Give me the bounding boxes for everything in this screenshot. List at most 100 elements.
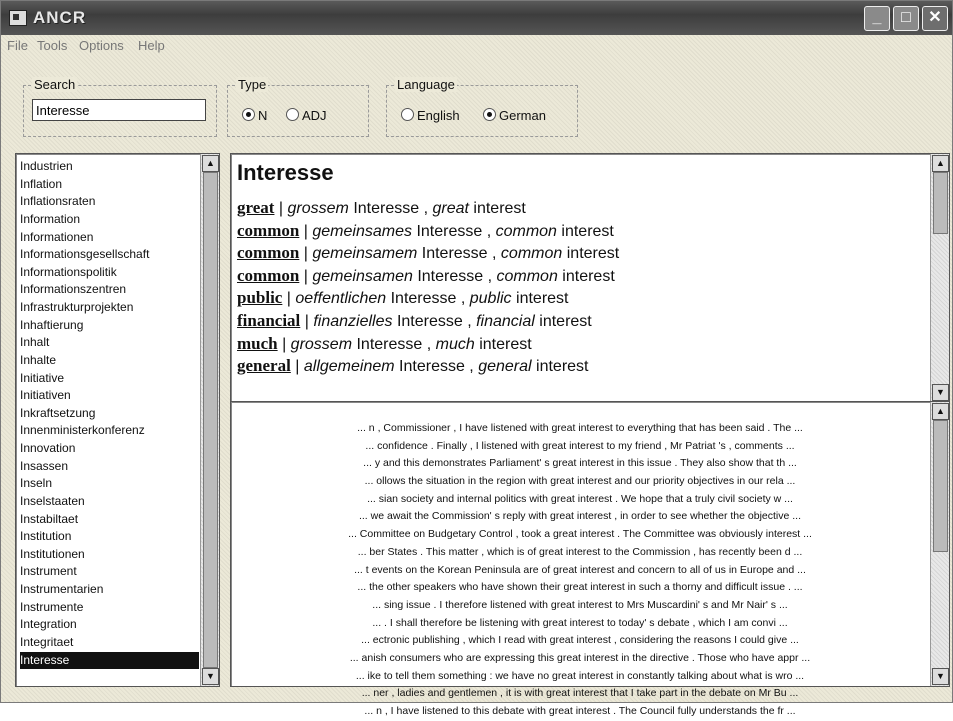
maximize-button[interactable]: □ — [893, 6, 919, 31]
word-list-item[interactable]: Inhalt — [20, 334, 199, 352]
word-list-item[interactable]: Inselstaaten — [20, 493, 199, 511]
scroll-down-icon[interactable]: ▼ — [932, 668, 949, 685]
word-list-item[interactable]: Informationen — [20, 229, 199, 247]
scroll-thumb[interactable] — [203, 172, 218, 668]
radio-indicator — [286, 108, 299, 121]
type-radio-n[interactable]: N — [242, 108, 267, 123]
word-list-item[interactable]: Institutionen — [20, 546, 199, 564]
word-list-item[interactable]: Interesse — [20, 651, 199, 670]
word-list-item[interactable]: Insassen — [20, 458, 199, 476]
word-list-item[interactable]: Instrument — [20, 563, 199, 581]
english-form: general — [478, 358, 532, 376]
concordance-scrollbar[interactable]: ▲ ▼ — [930, 402, 949, 686]
menu-options[interactable]: Options — [79, 38, 124, 53]
collocate-link[interactable]: much — [237, 334, 278, 353]
english-noun: interest — [561, 222, 614, 240]
minimize-button[interactable]: _ — [864, 6, 890, 31]
word-list-item[interactable]: Innenministerkonferenz — [20, 422, 199, 440]
collocation-list: great | grossem Interesse , great intere… — [237, 198, 619, 379]
english-form: much — [435, 335, 475, 353]
concordance-line: ... sian society and internal politics w… — [367, 492, 793, 505]
concordance-line: ... confidence . Finally , I listened wi… — [365, 439, 795, 452]
german-noun: Interesse — [399, 358, 465, 376]
collocate-link[interactable]: public — [237, 288, 282, 307]
concordance-line: ... . I shall therefore be listening wit… — [372, 616, 788, 629]
collocate-link[interactable]: common — [237, 221, 299, 240]
english-noun: interest — [536, 358, 589, 376]
word-list-item[interactable]: Informationszentren — [20, 281, 199, 299]
english-form: public — [469, 290, 512, 308]
english-form: common — [495, 222, 557, 240]
collocation-row: common | gemeinsamen Interesse , common … — [237, 265, 615, 285]
menu-file[interactable]: File — [7, 38, 28, 53]
word-list-item[interactable]: Integration — [20, 616, 199, 634]
concordance-line: ... anish consumers who are expressing t… — [349, 651, 811, 664]
word-list-item[interactable]: Instabiltaet — [20, 511, 199, 529]
word-list-item[interactable]: Inflationsraten — [20, 193, 199, 211]
german-form: oeffentlichen — [295, 290, 387, 308]
word-list-item[interactable]: Initiativen — [20, 387, 199, 405]
english-form: common — [500, 245, 563, 263]
window-title: ANCR — [33, 8, 87, 27]
scroll-up-icon[interactable]: ▲ — [202, 155, 219, 172]
concordance-line: ... the other speakers who have shown th… — [357, 581, 803, 594]
collocate-link[interactable]: great — [237, 198, 274, 217]
word-list-scrollbar[interactable]: ▲ ▼ — [200, 154, 219, 686]
word-list-item[interactable]: Integritaet — [20, 634, 199, 652]
word-list-item[interactable]: Informationspolitik — [20, 264, 199, 282]
scroll-thumb[interactable] — [933, 172, 948, 234]
language-group: Language English German — [386, 77, 578, 137]
scroll-up-icon[interactable]: ▲ — [932, 403, 949, 420]
english-form: financial — [476, 312, 535, 330]
word-list-item[interactable]: Inhalte — [20, 352, 199, 370]
collocate-link[interactable]: financial — [237, 311, 300, 330]
menu-help[interactable]: Help — [138, 38, 165, 53]
entry-panel: Interesse great | grossem Interesse , gr… — [230, 153, 950, 403]
menu-bar: File Tools Options Help — [1, 35, 952, 55]
collocate-link[interactable]: common — [237, 243, 299, 262]
word-list-item[interactable]: Instrumente — [20, 599, 199, 617]
word-list-item[interactable]: Innovation — [20, 440, 199, 458]
scroll-down-icon[interactable]: ▼ — [932, 384, 949, 401]
english-noun: interest — [566, 245, 620, 263]
word-list-item[interactable]: Initiative — [20, 370, 199, 388]
word-list-item[interactable]: Informationsgesellschaft — [20, 246, 199, 264]
language-radio-german[interactable]: German — [483, 108, 546, 123]
search-input[interactable] — [32, 99, 206, 121]
scroll-thumb[interactable] — [933, 420, 948, 552]
concordance-line: ... we await the Commission' s reply wit… — [358, 510, 802, 523]
app-icon — [9, 10, 27, 26]
concordance-line: ... ike to tell them something : we have… — [355, 669, 805, 682]
word-list-item[interactable]: Inseln — [20, 475, 199, 493]
radio-selected-indicator — [242, 108, 255, 121]
entry-scrollbar[interactable]: ▲ ▼ — [930, 154, 949, 402]
collocate-link[interactable]: general — [237, 356, 291, 375]
scroll-down-icon[interactable]: ▼ — [202, 668, 219, 685]
german-noun: Interesse — [396, 312, 463, 330]
menu-tools[interactable]: Tools — [37, 38, 67, 53]
german-form: gemeinsamem — [312, 245, 418, 263]
scroll-up-icon[interactable]: ▲ — [932, 155, 949, 172]
german-noun: Interesse — [416, 222, 483, 240]
concordance-line: ... n , Commissioner , I have listened w… — [357, 422, 803, 434]
headword: Interesse — [237, 160, 334, 185]
word-list-item[interactable]: Infrastrukturprojekten — [20, 299, 199, 317]
word-list-item[interactable]: Institution — [20, 528, 199, 546]
word-list-item[interactable]: Inkraftsetzung — [20, 405, 199, 423]
word-list[interactable]: Industrien Inflation Inflationsraten Inform… — [15, 153, 220, 687]
concordance-line: ... sing issue . I therefore listened wi… — [372, 598, 788, 611]
concordance-line: ... Committee on Budgetary Control , too… — [348, 528, 812, 541]
type-radio-adj[interactable]: ADJ — [286, 108, 327, 123]
collocate-link[interactable]: common — [237, 266, 299, 285]
german-form: gemeinsamen — [312, 267, 413, 285]
word-list-item[interactable]: Industrien — [20, 158, 199, 176]
word-list-item[interactable]: Inhaftierung — [20, 317, 199, 335]
close-button[interactable]: ✕ — [922, 6, 948, 31]
concordance-line: ... ectronic publishing , which I read w… — [361, 634, 799, 647]
word-list-item[interactable]: Instrumentarien — [20, 581, 199, 599]
language-radio-english[interactable]: English — [401, 108, 460, 123]
word-list-item[interactable]: Information — [20, 211, 199, 229]
title-bar[interactable]: ANCR _ □ ✕ — [1, 1, 952, 35]
german-form: gemeinsames — [312, 222, 412, 240]
word-list-item[interactable]: Inflation — [20, 176, 199, 194]
